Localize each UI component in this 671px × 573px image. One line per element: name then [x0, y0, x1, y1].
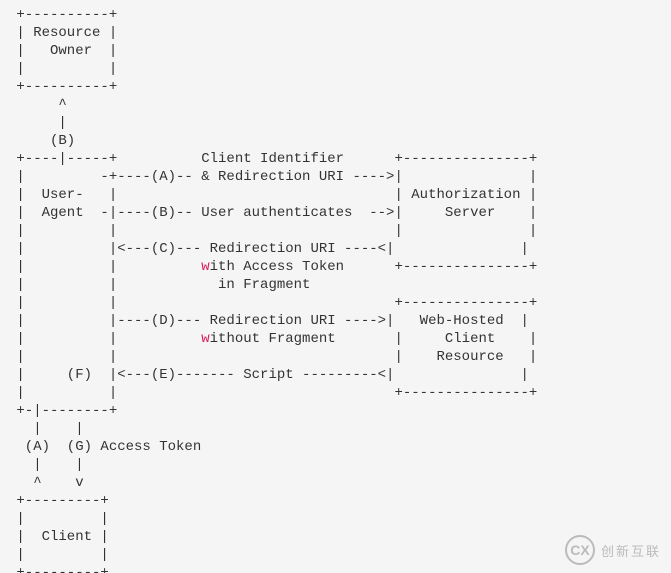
diagram-line: | | — [8, 421, 84, 437]
watermark-text: 创新互联 — [601, 541, 661, 560]
diagram-line: (B) — [8, 133, 75, 149]
diagram-line: | — [8, 115, 67, 131]
watermark: CX 创新互联 — [565, 535, 661, 565]
diagram-line: | | +---------------+ — [8, 295, 537, 311]
diagram-line: | | — [8, 511, 109, 527]
diagram-line: | | in Fragment — [8, 277, 310, 293]
diagram-line: ^ v — [8, 475, 84, 491]
diagram-line: | Client | — [8, 529, 109, 545]
diagram-line: | | | Resource | — [8, 349, 537, 365]
diagram-line: | User- | | Authorization | — [8, 187, 537, 203]
diagram-line: | Agent -|----(B)-- User authenticates -… — [8, 205, 537, 221]
diagram-line: | | | | — [8, 223, 537, 239]
diagram-line: | Owner | — [8, 43, 117, 59]
diagram-line: | | without Fragment | Client | — [8, 331, 537, 347]
diagram-line: | -+----(A)-- & Redirection URI ---->| | — [8, 169, 537, 185]
oauth-implicit-flow-diagram: +----------+ | Resource | | Owner | | | … — [0, 0, 671, 573]
diagram-line: | | with Access Token +---------------+ — [8, 259, 537, 275]
watermark-logo-icon: CX — [565, 535, 595, 565]
diagram-line: (A) (G) Access Token — [8, 439, 201, 455]
diagram-line: | (F) |<---(E)------- Script ---------<|… — [8, 367, 529, 383]
diagram-line: | |----(D)--- Redirection URI ---->| Web… — [8, 313, 529, 329]
diagram-line: +----------+ — [8, 7, 117, 23]
diagram-line: +---------+ — [8, 565, 109, 573]
diagram-line: | | +---------------+ — [8, 385, 537, 401]
diagram-line: | Resource | — [8, 25, 117, 41]
diagram-line: ^ — [8, 97, 67, 113]
diagram-line: +---------+ — [8, 493, 109, 509]
diagram-line: | | — [8, 547, 109, 563]
diagram-line: | | — [8, 61, 117, 77]
diagram-line: | | — [8, 457, 84, 473]
diagram-line: +----------+ — [8, 79, 117, 95]
diagram-line: | |<---(C)--- Redirection URI ----<| | — [8, 241, 529, 257]
diagram-line: +-|--------+ — [8, 403, 117, 419]
diagram-line: +----|-----+ Client Identifier +--------… — [8, 151, 537, 167]
